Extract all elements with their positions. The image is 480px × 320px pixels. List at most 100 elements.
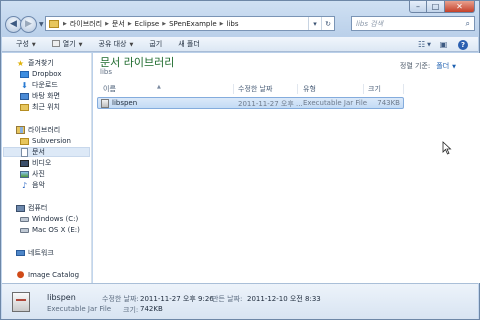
recent-places-icon [20,103,29,112]
help-icon[interactable]: ? [458,40,468,50]
open-icon [51,40,60,47]
sidebar-item-label: Windows (C:) [32,215,79,223]
sidebar-item-label: 컴퓨터 [28,204,48,212]
picture-icon [20,170,29,179]
breadcrumb-eclipse[interactable]: Eclipse [135,20,160,28]
sidebar-item-pictures[interactable]: 사진 [20,169,45,179]
open-label: 열기 [62,40,76,48]
sidebar-item-computer[interactable]: 컴퓨터 [16,203,47,213]
sidebar-item-label: 라이브러리 [28,126,61,134]
image-catalog-icon: ● [16,270,25,280]
details-size-label: 크기: [123,306,139,314]
chevron-down-icon: ▼ [31,42,36,48]
breadcrumb-spenexample[interactable]: SPenExample [169,20,217,28]
chevron-down-icon: ▼ [78,42,83,48]
search-input[interactable]: libs 검색 ⌕ [351,16,475,31]
sidebar-item-recent[interactable]: 최근 위치 [20,102,60,112]
mouse-cursor-icon [442,141,452,155]
sidebar-item-documents[interactable]: 문서 [3,147,90,157]
column-headers: ▲ 이름 수정한 날짜 유형 크기 [97,84,472,94]
folder-icon [49,19,59,28]
details-modified-value: 2011-11-27 오후 9:26 [140,295,214,303]
view-controls: ☷ ▼ ▣ ? [412,39,468,50]
preview-pane-button[interactable]: ▣ [434,39,450,50]
chevron-down-icon[interactable]: ▼ [452,64,456,70]
arrange-by-dropdown[interactable]: 폴더 [436,62,449,70]
refresh-button[interactable]: ↻ [321,17,334,30]
sidebar-item-favorites[interactable]: ★ 즐겨찾기 [16,58,54,68]
details-modified-label: 수정한 날짜: [102,295,139,303]
column-divider[interactable] [403,84,404,94]
command-bar: 구성 ▼ 열기 ▼ 공유 대상 ▼ 굽기 새 폴더 ☷ ▼ ▣ ? [2,37,478,52]
chevron-right-icon[interactable]: ▶ [162,21,166,27]
column-divider[interactable] [297,84,298,94]
address-history-dropdown[interactable]: ▾ [308,17,321,30]
sidebar-item-label: 최근 위치 [32,103,60,111]
file-name: libspen [112,99,138,107]
sidebar-item-label: 네트워크 [28,249,54,257]
sidebar-item-label: 음악 [32,181,45,189]
download-icon: ⬇ [21,80,28,90]
jar-file-icon [101,99,109,108]
file-modified: 2011-11-27 오후 ... [238,100,303,108]
chevron-right-icon[interactable]: ▶ [220,21,224,27]
column-header-modified[interactable]: 수정한 날짜 [238,84,272,94]
desktop-icon [20,92,29,101]
details-created-value: 2011-12-10 오전 8:33 [247,295,321,303]
refresh-icon: ↻ [325,19,331,28]
column-header-type[interactable]: 유형 [303,84,316,94]
breadcrumb-libs[interactable]: libs [226,20,238,28]
burn-button[interactable]: 굽기 [149,39,162,49]
dropbox-icon [20,70,29,79]
column-header-name[interactable]: 이름 [103,84,116,94]
breadcrumb-libraries[interactable]: 라이브러리 [70,19,102,29]
column-header-size[interactable]: 크기 [368,84,381,94]
sidebar-item-dropbox[interactable]: Dropbox [20,69,62,79]
jar-file-icon [12,292,30,312]
organize-button[interactable]: 구성 ▼ [16,39,36,49]
file-list-pane: 문서 라이브러리 libs 정렬 기준: 폴더 ▼ ▲ 이름 수정한 날짜 유형 크… [93,53,480,283]
column-divider[interactable] [363,84,364,94]
details-file-type: Executable Jar File [47,305,112,313]
sidebar-item-label: 바탕 화면 [32,92,60,100]
share-label: 공유 대상 [98,40,127,48]
views-button[interactable]: ☷ ▼ [415,39,431,50]
arrange-label: 정렬 기준: [399,62,431,70]
chevron-right-icon[interactable]: ▶ [63,21,67,27]
details-size-value: 742KB [140,305,163,313]
forward-button[interactable]: ▶ [20,15,37,33]
library-icon [16,126,25,135]
sidebar-item-music[interactable]: ♪ 음악 [20,180,45,190]
sidebar-item-libraries[interactable]: 라이브러리 [16,125,60,135]
breadcrumb-documents[interactable]: 문서 [112,19,125,29]
computer-icon [16,204,25,213]
share-button[interactable]: 공유 대상 ▼ [99,39,134,49]
address-bar[interactable]: ▶ 라이브러리 ▶ 문서 ▶ Eclipse ▶ SPenExample ▶ l… [45,16,335,31]
drive-icon [20,226,29,235]
sidebar-item-downloads[interactable]: ⬇ 다운로드 [20,80,58,90]
maximize-button[interactable]: □ [427,1,445,13]
file-row[interactable]: libspen 2011-11-27 오후 ... Executable Jar… [97,97,404,109]
chevron-right-icon[interactable]: ▶ [105,21,109,27]
minimize-button[interactable]: – [409,1,427,13]
chevron-down-icon: ▼ [427,41,432,48]
search-icon: ⌕ [465,19,470,28]
sidebar-item-image-catalog[interactable]: ● Image Catalog [16,270,79,280]
sidebar-item-mac-e[interactable]: Mac OS X (E:) [20,225,80,235]
details-pane: libspen Executable Jar File 수정한 날짜: 2011… [2,283,478,319]
file-type: Executable Jar File [303,99,368,107]
new-folder-button[interactable]: 새 폴더 [178,39,200,49]
close-button[interactable]: ✕ [445,1,475,13]
sidebar-item-windows-c[interactable]: Windows (C:) [20,214,78,224]
sidebar-item-desktop[interactable]: 바탕 화면 [20,91,60,101]
column-divider[interactable] [233,84,234,94]
document-icon [20,147,29,157]
open-button[interactable]: 열기 ▼ [51,39,83,49]
sidebar-item-videos[interactable]: 비디오 [20,158,51,168]
video-icon [20,159,29,168]
address-actions: ▾ ↻ [308,17,334,30]
sidebar-item-subversion[interactable]: Subversion [20,136,71,146]
sidebar-item-network[interactable]: 네트워크 [16,248,54,258]
arrange-by: 정렬 기준: 폴더 ▼ [400,61,456,71]
chevron-right-icon[interactable]: ▶ [128,21,132,27]
